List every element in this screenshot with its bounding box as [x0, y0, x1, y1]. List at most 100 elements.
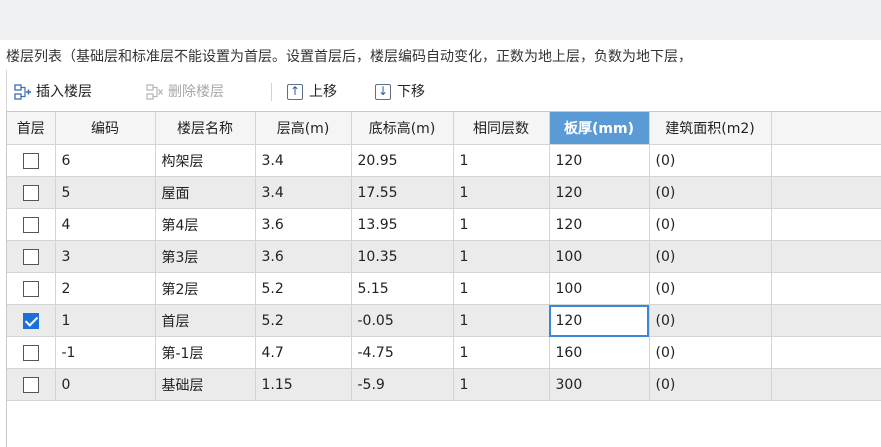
first-floor-checkbox[interactable] — [22, 376, 39, 393]
slab-thickness-cell[interactable]: 120 — [549, 144, 650, 177]
first-floor-checkbox[interactable] — [22, 184, 39, 201]
code-cell[interactable]: 3 — [55, 240, 156, 273]
move-down-button[interactable]: ↓ 下移 — [375, 79, 425, 105]
same-count-cell[interactable]: 1 — [453, 304, 550, 337]
slab-thickness-cell[interactable]: 120 — [549, 208, 650, 241]
first-floor-cell — [7, 144, 56, 177]
insert-floor-icon — [14, 84, 31, 100]
header-first-floor[interactable]: 首层 — [7, 112, 56, 145]
code-cell[interactable]: 2 — [55, 272, 156, 305]
same-count-cell[interactable]: 1 — [453, 240, 550, 273]
floor-name-cell[interactable]: 第3层 — [155, 240, 256, 273]
floor-height-cell[interactable]: 5.2 — [255, 272, 352, 305]
first-floor-checkbox[interactable] — [22, 312, 39, 329]
building-area-cell[interactable]: (0) — [649, 272, 772, 305]
table-row[interactable]: 3 第3层 3.6 10.35 1 100 (0) — [7, 240, 881, 273]
floor-height-cell[interactable]: 3.6 — [255, 240, 352, 273]
floor-name-cell[interactable]: 屋面 — [155, 176, 256, 209]
floor-name-cell[interactable]: 基础层 — [155, 368, 256, 401]
table-row[interactable]: 6 构架层 3.4 20.95 1 120 (0) — [7, 144, 881, 177]
code-cell[interactable]: 0 — [55, 368, 156, 401]
slab-thickness-cell[interactable]: 120 — [549, 176, 650, 209]
header-floor-name[interactable]: 楼层名称 — [155, 112, 256, 145]
first-floor-checkbox[interactable] — [22, 248, 39, 265]
slab-thickness-cell[interactable]: 100 — [549, 240, 650, 273]
first-floor-cell — [7, 272, 56, 305]
floor-height-cell[interactable]: 3.6 — [255, 208, 352, 241]
first-floor-cell — [7, 368, 56, 401]
insert-floor-button[interactable]: 插入楼层 — [14, 79, 92, 105]
table-row[interactable]: 0 基础层 1.15 -5.9 1 300 (0) — [7, 368, 881, 401]
code-cell[interactable]: 6 — [55, 144, 156, 177]
floor-name-cell[interactable]: 第4层 — [155, 208, 256, 241]
base-elevation-cell[interactable]: -0.05 — [351, 304, 454, 337]
header-building-area[interactable]: 建筑面积(m2) — [649, 112, 772, 145]
same-count-cell[interactable]: 1 — [453, 272, 550, 305]
same-count-cell[interactable]: 1 — [453, 368, 550, 401]
same-count-cell[interactable]: 1 — [453, 144, 550, 177]
move-up-button[interactable]: ↑ 上移 — [287, 79, 337, 105]
filler-cell — [771, 304, 881, 337]
building-area-cell[interactable]: (0) — [649, 304, 772, 337]
base-elevation-cell[interactable]: 20.95 — [351, 144, 454, 177]
first-floor-checkbox[interactable] — [22, 344, 39, 361]
code-cell[interactable]: 1 — [55, 304, 156, 337]
floor-name-cell[interactable]: 第-1层 — [155, 336, 256, 369]
first-floor-checkbox[interactable] — [22, 216, 39, 233]
floor-height-cell[interactable]: 3.4 — [255, 176, 352, 209]
delete-floor-label: 删除楼层 — [168, 84, 224, 100]
table-row[interactable]: 4 第4层 3.6 13.95 1 120 (0) — [7, 208, 881, 241]
first-floor-cell — [7, 240, 56, 273]
base-elevation-cell[interactable]: 5.15 — [351, 272, 454, 305]
first-floor-cell — [7, 336, 56, 369]
floor-height-cell[interactable]: 1.15 — [255, 368, 352, 401]
arrow-up-icon: ↑ — [287, 84, 303, 100]
floor-height-cell[interactable]: 3.4 — [255, 144, 352, 177]
floor-name-cell[interactable]: 第2层 — [155, 272, 256, 305]
floor-table-container: 首层 编码 楼层名称 层高(m) 底标高(m) 相同层数 板厚(mm) 建筑面积… — [6, 111, 881, 447]
building-area-cell[interactable]: (0) — [649, 176, 772, 209]
code-cell[interactable]: 5 — [55, 176, 156, 209]
table-row[interactable]: -1 第-1层 4.7 -4.75 1 160 (0) — [7, 336, 881, 369]
same-count-cell[interactable]: 1 — [453, 336, 550, 369]
first-floor-checkbox[interactable] — [22, 152, 39, 169]
base-elevation-cell[interactable]: -4.75 — [351, 336, 454, 369]
table-header-row: 首层 编码 楼层名称 层高(m) 底标高(m) 相同层数 板厚(mm) 建筑面积… — [7, 112, 881, 145]
header-code[interactable]: 编码 — [55, 112, 156, 145]
floor-table: 首层 编码 楼层名称 层高(m) 底标高(m) 相同层数 板厚(mm) 建筑面积… — [7, 112, 881, 401]
slab-thickness-cell[interactable]: 120 — [549, 304, 650, 337]
building-area-cell[interactable]: (0) — [649, 368, 772, 401]
same-count-cell[interactable]: 1 — [453, 176, 550, 209]
floor-name-cell[interactable]: 构架层 — [155, 144, 256, 177]
header-base-elevation[interactable]: 底标高(m) — [351, 112, 454, 145]
toolbar-divider — [271, 83, 272, 101]
top-panel — [0, 0, 881, 40]
base-elevation-cell[interactable]: 10.35 — [351, 240, 454, 273]
building-area-cell[interactable]: (0) — [649, 208, 772, 241]
building-area-cell[interactable]: (0) — [649, 240, 772, 273]
table-row[interactable]: 1 首层 5.2 -0.05 1 120 (0) — [7, 304, 881, 337]
floor-height-cell[interactable]: 5.2 — [255, 304, 352, 337]
delete-floor-button[interactable]: 删除楼层 — [146, 79, 224, 105]
base-elevation-cell[interactable]: -5.9 — [351, 368, 454, 401]
code-cell[interactable]: 4 — [55, 208, 156, 241]
slab-thickness-cell[interactable]: 160 — [549, 336, 650, 369]
floor-name-cell[interactable]: 首层 — [155, 304, 256, 337]
header-floor-height[interactable]: 层高(m) — [255, 112, 352, 145]
code-cell[interactable]: -1 — [55, 336, 156, 369]
header-same-count[interactable]: 相同层数 — [453, 112, 550, 145]
slab-thickness-cell[interactable]: 100 — [549, 272, 650, 305]
first-floor-cell — [7, 208, 56, 241]
floor-height-cell[interactable]: 4.7 — [255, 336, 352, 369]
building-area-cell[interactable]: (0) — [649, 336, 772, 369]
table-row[interactable]: 2 第2层 5.2 5.15 1 100 (0) — [7, 272, 881, 305]
building-area-cell[interactable]: (0) — [649, 144, 772, 177]
table-row[interactable]: 5 屋面 3.4 17.55 1 120 (0) — [7, 176, 881, 209]
first-floor-checkbox[interactable] — [22, 280, 39, 297]
same-count-cell[interactable]: 1 — [453, 208, 550, 241]
base-elevation-cell[interactable]: 17.55 — [351, 176, 454, 209]
base-elevation-cell[interactable]: 13.95 — [351, 208, 454, 241]
slab-thickness-cell[interactable]: 300 — [549, 368, 650, 401]
insert-floor-label: 插入楼层 — [36, 84, 92, 100]
header-slab-thickness[interactable]: 板厚(mm) — [549, 112, 650, 145]
